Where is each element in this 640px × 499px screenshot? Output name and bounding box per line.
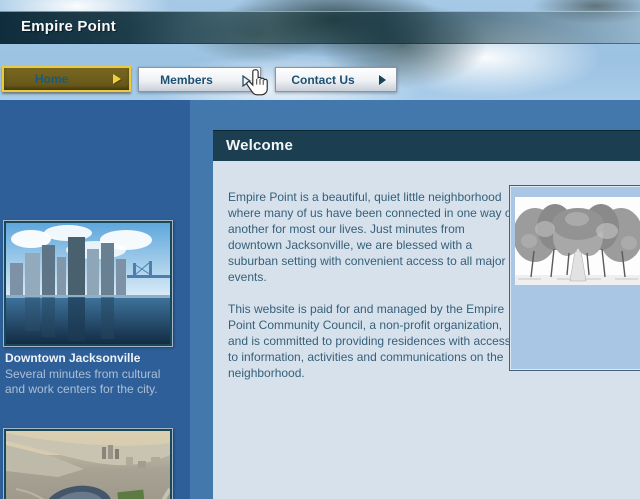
main-content-panel: Empire Point is a beautiful, quiet littl… <box>213 161 640 499</box>
nav-members-button[interactable]: Members <box>138 67 261 92</box>
nav-members-label: Members <box>139 68 234 91</box>
arrow-right-icon <box>379 75 386 85</box>
sidebar: Downtown Jacksonville Several minutes fr… <box>0 100 190 499</box>
intro-paragraph-2: This website is paid for and managed by … <box>228 301 520 381</box>
page-title: Welcome <box>226 131 293 161</box>
nav-home-button[interactable]: Home <box>2 66 131 92</box>
nav-home-label: Home <box>4 68 99 90</box>
tree-lined-street-sketch <box>515 197 640 285</box>
intro-paragraph-1: Empire Point is a beautiful, quiet littl… <box>228 189 520 285</box>
site-title: Empire Point <box>21 18 116 35</box>
caption-title: Downtown Jacksonville <box>5 351 177 366</box>
site-title-bar: Empire Point <box>0 11 640 44</box>
sports-complex-aerial-photo <box>3 428 173 499</box>
arrow-right-icon <box>113 74 121 84</box>
nav-contact-us-button[interactable]: Contact Us <box>275 67 397 92</box>
caption-text: Several minutes from cultural and work c… <box>5 367 177 397</box>
intro-text: Empire Point is a beautiful, quiet littl… <box>228 189 520 397</box>
nav-contact-us-label: Contact Us <box>276 68 370 91</box>
downtown-jacksonville-photo <box>3 220 173 347</box>
welcome-heading-bar: Welcome <box>213 130 640 161</box>
hand-pointer-cursor <box>244 68 272 103</box>
empire-point-homepage: Empire Point Home Members Contact Us <box>0 0 640 499</box>
tree-sketch-panel <box>509 185 640 371</box>
sidebar-caption-downtown: Downtown Jacksonville Several minutes fr… <box>5 351 177 397</box>
